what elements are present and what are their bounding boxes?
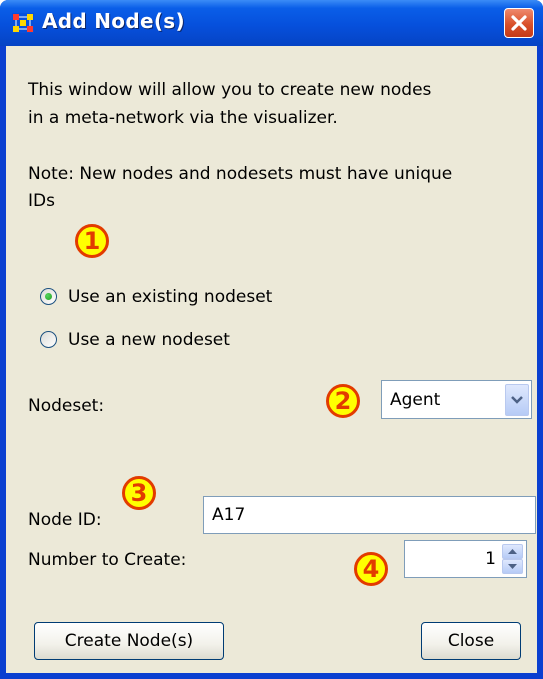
dialog-content: This window will allow you to create new… <box>6 46 537 673</box>
close-window-button[interactable] <box>504 8 534 38</box>
network-nodes-icon <box>12 13 34 33</box>
number-to-create-label: Number to Create: <box>28 550 187 570</box>
callout-badge-3: 3 <box>122 476 156 510</box>
chevron-down-icon <box>511 396 523 404</box>
close-x-icon <box>511 15 527 31</box>
nodeset-selected-value: Agent <box>390 390 441 410</box>
radio-existing-nodeset[interactable]: Use an existing nodeset <box>36 284 316 310</box>
node-id-value: A17 <box>212 505 246 525</box>
radio-button-selected[interactable] <box>40 288 57 305</box>
add-nodes-dialog: Add Node(s) This window will allow you t… <box>0 0 543 679</box>
callout-badge-4: 4 <box>354 552 388 586</box>
node-id-input[interactable]: A17 <box>203 496 536 534</box>
nodeset-label: Nodeset: <box>28 396 105 416</box>
note-line-1: Note: New nodes and nodesets must have u… <box>28 164 453 184</box>
spinner-up-button[interactable] <box>502 544 523 559</box>
spinner-down-button[interactable] <box>502 559 523 574</box>
node-id-label: Node ID: <box>28 510 102 530</box>
dropdown-button[interactable] <box>505 384 529 416</box>
number-to-create-value: 1 <box>485 549 496 569</box>
chevron-up-icon <box>508 549 517 554</box>
radio-label-new: Use a new nodeset <box>68 330 230 350</box>
note-line-2: IDs <box>28 191 55 211</box>
nodeset-dropdown[interactable]: Agent <box>381 380 532 419</box>
title-bar[interactable]: Add Node(s) <box>0 0 543 46</box>
callout-badge-1: 1 <box>75 224 109 258</box>
chevron-down-small-icon <box>508 564 517 569</box>
callout-badge-2: 2 <box>326 384 360 418</box>
close-button[interactable]: Close <box>421 622 521 660</box>
radio-new-nodeset[interactable]: Use a new nodeset <box>36 327 276 353</box>
description-line-2: in a meta-network via the visualizer. <box>28 108 338 128</box>
radio-button-unselected[interactable] <box>40 331 57 348</box>
window-title: Add Node(s) <box>42 9 185 33</box>
number-to-create-spinner[interactable]: 1 <box>404 540 527 578</box>
create-nodes-button[interactable]: Create Node(s) <box>34 622 224 660</box>
description-line-1: This window will allow you to create new… <box>28 80 432 100</box>
radio-label-existing: Use an existing nodeset <box>68 287 273 307</box>
